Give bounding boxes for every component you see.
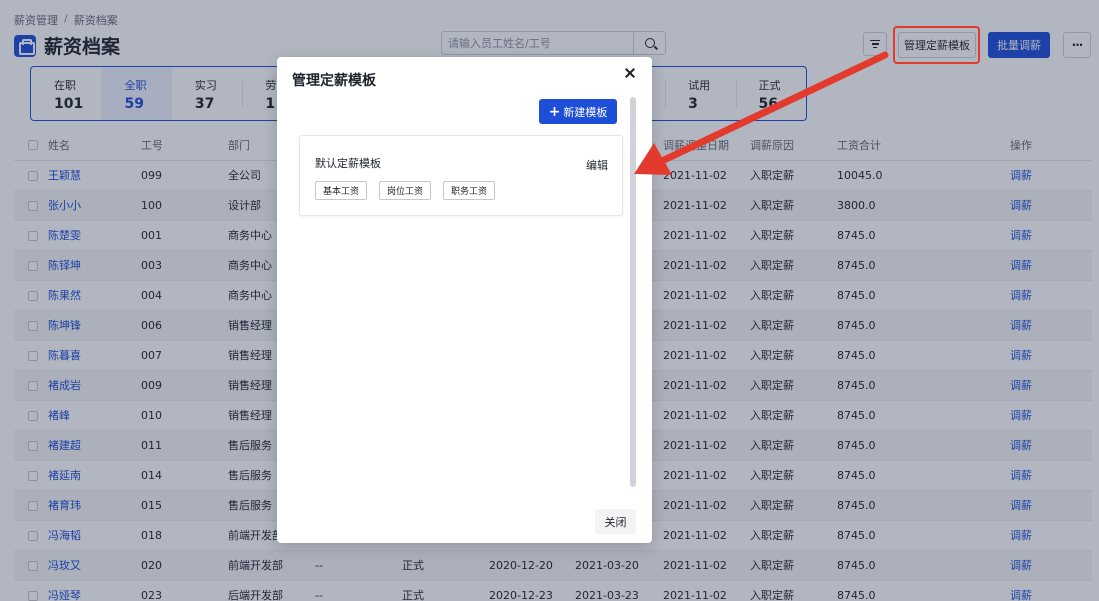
- annotation-arrow-shaft: [660, 51, 889, 164]
- annotation-arrow: [634, 51, 889, 175]
